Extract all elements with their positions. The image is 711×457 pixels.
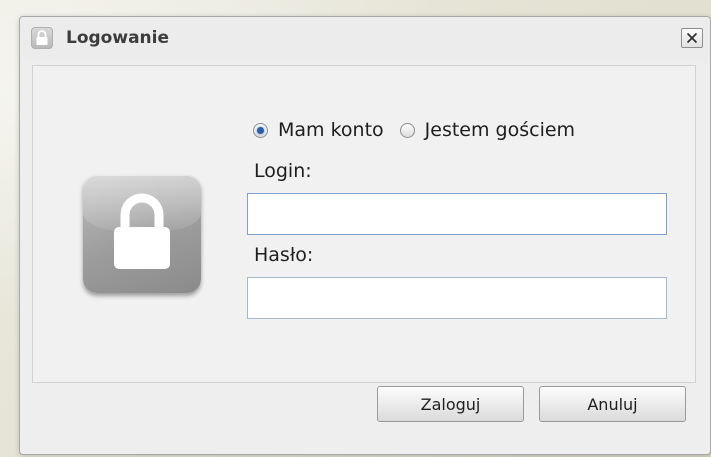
radio-have-account[interactable]: Mam konto <box>253 119 384 141</box>
login-dialog: Logowanie Mam konto Jestem gościem Login… <box>19 16 711 455</box>
radio-guest-label: Jestem gościem <box>424 119 576 141</box>
account-type-group: Mam konto Jestem gościem <box>253 118 575 142</box>
password-label: Hasło: <box>254 244 314 266</box>
radio-have-account-control[interactable] <box>253 122 268 138</box>
radio-have-account-label: Mam konto <box>278 119 384 141</box>
cancel-button[interactable]: Anuluj <box>539 386 686 422</box>
large-lock-icon <box>83 175 201 293</box>
dialog-content: Mam konto Jestem gościem Login: Hasło: <box>32 65 696 383</box>
radio-guest[interactable]: Jestem gościem <box>399 119 576 141</box>
close-button[interactable] <box>681 28 703 48</box>
radio-guest-control[interactable] <box>399 122 415 138</box>
lock-icon <box>31 27 53 49</box>
password-input[interactable] <box>247 277 667 319</box>
login-button[interactable]: Zaloguj <box>377 386 524 422</box>
close-icon <box>686 32 698 44</box>
dialog-title: Logowanie <box>66 28 169 48</box>
dialog-titlebar[interactable]: Logowanie <box>20 17 710 63</box>
login-label: Login: <box>254 160 312 182</box>
login-input[interactable] <box>247 193 667 235</box>
